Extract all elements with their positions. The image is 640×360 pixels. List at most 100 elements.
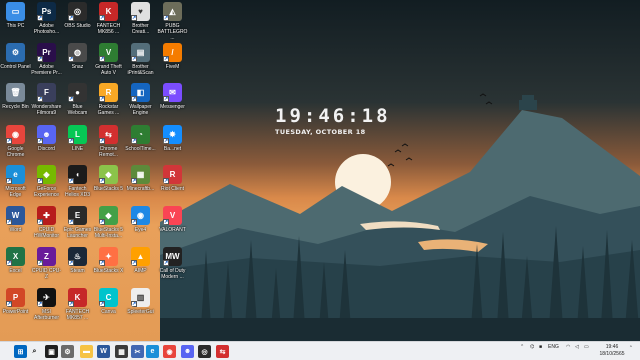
desktop-shortcut[interactable]: ▭ This PC [0,0,31,29]
chrome-remote-taskbar-icon[interactable]: ⇆ [216,345,229,358]
desktop-shortcut[interactable]: R ↗ Riot Client [157,163,188,192]
desktop-shortcut[interactable]: ▦ ↗ Minecraftb... [125,163,156,192]
desktop-shortcut[interactable]: ⚙ Control Panel [0,41,31,70]
desktop-shortcut-label: Adobe Premiere Pr... [31,64,62,76]
notification-icon[interactable]: ◔ [629,344,632,350]
desktop-shortcut-label: Eye4 [134,227,147,233]
aimp-icon: ▲ ↗ [131,247,150,266]
fantech-keyboard-icon: K ↗ [68,288,87,307]
battery-icon[interactable]: ▭ [584,344,589,350]
shortcut-arrow-icon: ↗ [68,56,74,62]
desktop-shortcut[interactable]: ◍ ↗ Snaz [62,41,93,70]
gta-icon: V ↗ [99,43,118,62]
fivem-icon: / ↗ [163,43,182,62]
desktop-shortcut[interactable]: ◉ ↗ Google Chrome [0,123,31,158]
file-explorer-icon[interactable]: ▬ [80,345,93,360]
desktop-shortcut-label: Messenger [160,104,185,110]
desktop-shortcut[interactable]: ♨ ↗ Steam [62,245,93,274]
tray-app-icon[interactable]: ■ [539,344,542,350]
desktop-shortcut[interactable]: ▥ ↗ SpleeterGui [125,286,156,315]
network-icon[interactable]: ⌬ [530,344,534,350]
snipping-tool-icon[interactable]: ✂ [131,345,144,358]
shortcut-arrow-icon: ↗ [99,260,105,266]
desktop-shortcut[interactable]: V ↗ VALORANT [157,204,188,233]
cpuz-icon: Z ↗ [37,247,56,266]
task-view-icon[interactable]: ▣ [45,345,58,358]
desktop-shortcut[interactable]: P ↗ PowerPoint [0,286,31,315]
desktop-shortcut[interactable]: ✚ ↗ CPUID HWMonitor [31,204,62,239]
search-icon[interactable]: ⌕ [28,345,41,358]
desktop-shortcut[interactable]: ✈ ↗ MSI Afterburner [31,286,62,321]
desktop-shortcut[interactable]: ◆ ↗ BlueStacks 5 [93,163,124,192]
desktop-shortcut[interactable]: L ↗ LINE [62,123,93,152]
word-taskbar-icon[interactable]: W [97,345,110,358]
discord-taskbar-icon[interactable]: ☻ [181,345,194,358]
desktop-shortcut[interactable]: Z ↗ CPUID CPU-Z [31,245,62,280]
desktop-shortcut[interactable]: ✸ ↗ Ba...net [157,123,188,152]
desktop-shortcut[interactable]: W ↗ Word [0,204,31,233]
desktop-shortcut[interactable]: ◎ ↗ OBS Studio [62,0,93,29]
desktop-shortcut[interactable]: ✉ ↗ Messenger [157,81,188,110]
desktop-shortcut[interactable]: / ↗ FiveM [157,41,188,70]
desktop-shortcut[interactable]: V ↗ Grand Theft Auto V [93,41,124,76]
obs-taskbar-icon[interactable]: ◎ [198,345,211,358]
shortcut-arrow-icon: ↗ [99,138,105,144]
chrome-taskbar-icon[interactable]: ◉ [163,345,176,360]
desktop-shortcut[interactable]: Ps ↗ Adobe Photosho... [31,0,62,35]
desktop-shortcut-label: Snaz [71,64,84,70]
speaker-icon[interactable]: ◁ [575,344,579,350]
shortcut-arrow-icon: ↗ [6,301,12,307]
desktop-shortcut[interactable]: MW ↗ Call of Duty Modern ... [157,245,188,280]
desktop-shortcut[interactable]: ✦ ↗ BlueStacks X [93,245,124,274]
desktop-shortcut[interactable]: ◭ ↗ PUBG BATTLEGRO... [157,0,188,41]
settings-icon[interactable]: ⚙ [61,345,74,358]
language-indicator[interactable]: ENG [548,344,559,350]
chevron-up-icon[interactable]: ⌃ [520,344,524,350]
calculator-icon[interactable]: ▦ [115,345,128,358]
desktop-shortcut[interactable]: 🗑 Recycle Bin [0,81,31,110]
shortcut-arrow-icon: ↗ [163,260,169,266]
desktop-shortcut[interactable]: C ↗ Canva [93,286,124,315]
start-button-icon[interactable]: ⊞ [14,345,27,358]
desktop-shortcut[interactable]: e ↗ Microsoft Edge [0,163,31,198]
geforce-icon: ◈ ↗ [37,165,56,184]
desktop-shortcut[interactable]: ▲ ↗ AIMP [125,245,156,274]
taskbar: ⊞ ⌕ ▣ ⚙ ▬ W ▦ ✂ e ◉ ☻ ◎ ⇆ ⌃ ⌬ ■ ENG ◠ ◁ ▭ 19:46 18/1… [0,341,640,360]
shortcut-arrow-icon: ↗ [163,178,169,184]
shortcut-arrow-icon: ↗ [131,138,137,144]
desktop-shortcut[interactable]: ◆ ↗ BlueStacks 5 Multi-Insta... [93,204,124,239]
valorant-icon: V ↗ [163,206,182,225]
desktop-shortcut[interactable]: ◖ ↗ Fantech Helios XD3 [62,163,93,198]
shortcut-arrow-icon: ↗ [68,301,74,307]
hwmonitor-icon: ✚ ↗ [37,206,56,225]
desktop-shortcut-label: Ba...net [163,146,182,152]
desktop-shortcut-label: Microsoft Edge [5,186,26,198]
desktop-shortcut[interactable]: ◔ ↗ SchoolTime... [125,123,156,152]
desktop-shortcut[interactable]: Pr ↗ Adobe Premiere Pr... [31,41,62,76]
desktop-shortcut-label: FiveM [165,64,180,70]
desktop-shortcut[interactable]: K ↗ FANTECH MK856 ... [93,0,124,35]
desktop-shortcut[interactable]: K ↗ FANTECH MK857 ... [62,286,93,321]
desktop-shortcut[interactable]: E ↗ Epic Games Launcher [62,204,93,239]
desktop-shortcut[interactable]: ● ↗ Blue Webcam [62,81,93,116]
desktop-shortcut[interactable]: X ↗ Excel [0,245,31,274]
desktop-shortcut[interactable]: ⇆ ↗ Chrome Remot... [93,123,124,158]
tray-clock[interactable]: 19:46 18/10/2565 [596,344,628,358]
desktop-shortcut[interactable]: ♥ ↗ Brother Creati... [125,0,156,35]
desktop-shortcut[interactable]: ◈ ↗ GeForce Experience [31,163,62,198]
wifi-icon[interactable]: ◠ [566,344,570,350]
shortcut-arrow-icon: ↗ [99,56,105,62]
desktop-shortcut[interactable]: ◉ ↗ Eye4 [125,204,156,233]
desktop-shortcut-label: Epic Games Launcher [63,227,92,239]
fantech-keyboard-icon: K ↗ [99,2,118,21]
shortcut-arrow-icon: ↗ [163,219,169,225]
desktop-shortcut[interactable]: R ↗ Rockstar Games ... [93,81,124,116]
edge-taskbar-icon[interactable]: e [146,345,159,360]
desktop-shortcut[interactable]: ◧ ↗ Wallpaper Engine [125,81,156,116]
desktop-shortcut[interactable]: ☻ ↗ Discord [31,123,62,152]
desktop-shortcut[interactable]: ▤ ↗ Brother iPrint&Scan [125,41,156,76]
shortcut-arrow-icon: ↗ [6,260,12,266]
desktop-shortcut[interactable]: F ↗ Wondershare Filmora9 [31,81,62,116]
desktop-shortcut-label: PowerPoint [2,309,29,315]
clock-time: 19:46:18 [275,105,391,127]
